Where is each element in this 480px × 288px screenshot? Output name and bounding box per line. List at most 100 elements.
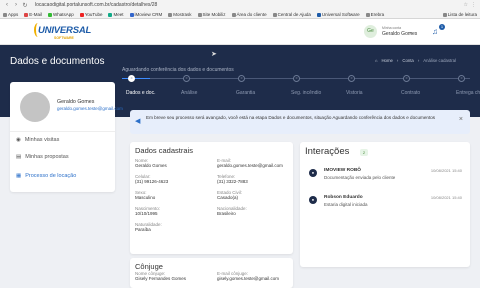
star-icon[interactable]: ☆ (464, 2, 468, 8)
field-6: Nascimento: 10/10/1995 (135, 206, 160, 216)
forward-icon[interactable]: › (13, 2, 19, 8)
conjuge-card: Cônjuge Nome cônjuge: Gisely Fernandes Go… (130, 258, 293, 288)
breadcrumb-current: Análise cadastral (423, 58, 456, 63)
step-6-circle: ○ (403, 75, 410, 82)
stage-status: Aguardando conferência dos dados e docum… (122, 67, 234, 73)
bookmark-youtube[interactable]: YouTube (79, 12, 102, 17)
card-title: Interações (305, 146, 350, 157)
field-value: Brasileiro (217, 211, 236, 216)
step-1-circle: ○ (128, 75, 135, 82)
page-icon (197, 12, 202, 17)
field-value: geraldo.gomes.teste@gmail.com (217, 163, 283, 168)
interaction-date: 10/08/2021 15:40 (430, 195, 462, 200)
megaphone-icon: ◀ (135, 118, 141, 125)
breadcrumb: ⌂ Home › Conta › Análise cadastral (374, 58, 456, 63)
interaction-description: Documentação enviada pelo cliente (324, 175, 396, 180)
field-value: 10/10/1995 (135, 211, 158, 216)
bookmark-erebra[interactable]: Erebra (365, 12, 384, 17)
interaction-date: 10/08/2021 15:40 (430, 168, 462, 173)
bookmark-central[interactable]: Central de Ajuda (272, 12, 311, 17)
nav-minhas-propostas[interactable]: ▤ Minhas propostas (16, 154, 69, 160)
field-value: (31) 99126-4623 (135, 179, 169, 184)
robot-icon: ● (309, 196, 317, 204)
interaction-author: Robson Eduardo (324, 195, 363, 200)
address-bar[interactable]: locacaodigital.portalunsoft.com.br/cadas… (31, 1, 461, 9)
profile-card: Geraldo Gomes geraldo.gomes.teste@gmail.… (10, 82, 123, 192)
bookmark-whatsapp[interactable]: WhatsApp (48, 12, 74, 17)
field-0: Nome cônjuge: Gisely Fernandes Gomes (135, 271, 186, 281)
profile-name: Geraldo Gomes (57, 99, 95, 105)
step-5-circle: ○ (348, 75, 355, 82)
apps-icon (3, 12, 7, 17)
profile-email: geraldo.gomes.teste@gmail.com (57, 106, 123, 111)
interacoes-card: Interações 2 ● IMOVIEW ROBÔ Documentação e… (300, 142, 470, 267)
field-2: Celular: (31) 99126-4623 (135, 174, 168, 184)
step-3-label: Garantia (236, 90, 256, 96)
avatar[interactable]: Ge (364, 25, 377, 38)
nav-minhas-visitas[interactable]: ◉ Minhas visitas (16, 137, 59, 143)
field-value: Masculino (135, 195, 156, 200)
nav-processo-locacao[interactable]: ▦ Processo de locação (16, 173, 76, 179)
bookmark-email[interactable]: E-Mail (24, 12, 42, 17)
reading-list[interactable]: Lista de leitura (442, 12, 477, 17)
field-8: Naturalidade: Paraíba (135, 222, 162, 232)
field-value: Paraíba (135, 227, 151, 232)
mouse-cursor-icon: ➤ (211, 51, 217, 58)
bell-icon[interactable]: ♫ (432, 27, 438, 36)
step-3-circle: ○ (238, 75, 245, 82)
close-icon[interactable]: × (459, 116, 463, 123)
bookmark-apps[interactable]: Apps (3, 12, 18, 17)
field-5: Estado Civil: Casado(a) (217, 190, 242, 200)
divider (10, 131, 115, 132)
page-title: Dados e documentos (10, 56, 105, 67)
field-value: Gisely Fernandes Gomes (135, 276, 187, 281)
field-1: E-mail cônjuge: gisely.gomes.teste@gmail.… (217, 271, 279, 281)
page-icon (231, 12, 236, 17)
browser-chrome: ‹ › ↻ locacaodigital.portalunsoft.com.br… (0, 0, 480, 19)
bookmark-area[interactable]: Área do cliente (231, 12, 267, 17)
step-2-label: Análise (181, 90, 198, 96)
field-value: gisely.gomes.teste@gmail.com (217, 276, 280, 281)
bookmark-mostrask[interactable]: Mostrask (168, 12, 192, 17)
bookmark-crm[interactable]: iMoview CRM (129, 12, 162, 17)
step-4-label: Seg. incêndio (291, 90, 322, 96)
field-0: Nome: Geraldo Gomes (135, 158, 167, 168)
interaction-author: IMOVIEW ROBÔ (324, 168, 362, 173)
extensions-icon[interactable]: ⋮ (471, 2, 476, 8)
notice-text: Em breve seu processo será avançado, voc… (146, 115, 436, 120)
interaction-description: Estaria digital iniciada (324, 202, 368, 207)
eye-icon: ◉ (16, 137, 21, 143)
bookmark-meet[interactable]: Meet (108, 12, 124, 17)
step-7-label: Entrega chave (456, 90, 480, 96)
step-6-label: Contrato (401, 90, 421, 96)
bookmarks-bar: Apps E-Mail WhatsApp YouTube Meet iMovie… (0, 10, 480, 19)
meet-icon (108, 12, 113, 17)
breadcrumb-home[interactable]: Home (381, 58, 392, 63)
browser-toolbar: ‹ › ↻ locacaodigital.portalunsoft.com.br… (0, 0, 480, 10)
count-badge: 2 (360, 149, 368, 156)
page-icon (168, 12, 173, 17)
reload-icon[interactable]: ↻ (22, 2, 28, 9)
breadcrumb-conta[interactable]: Conta (402, 58, 413, 63)
robot-icon: ● (309, 169, 317, 177)
field-1: E-mail: geraldo.gomes.teste@gmail.com (217, 158, 283, 168)
page-icon (365, 12, 370, 17)
account-label: Minha conta (382, 26, 402, 30)
step-5-label: Vistoria (346, 90, 363, 96)
card-title: Dados cadastrais (135, 146, 193, 155)
progress-fill (122, 78, 150, 79)
step-1-label: Dados e doc. (126, 90, 156, 96)
step-4-circle: ○ (293, 75, 300, 82)
app-header: UNIVERSAL SOFTWARE Ge Minha conta Gerald… (0, 19, 480, 45)
chevron-down-icon[interactable]: ▾ (410, 30, 412, 35)
document-icon: ▤ (16, 154, 22, 160)
home-icon: ⌂ (374, 58, 378, 63)
bookmark-site[interactable]: Site Mobiliz (197, 12, 226, 17)
logo[interactable]: UNIVERSAL SOFTWARE (34, 23, 91, 41)
back-icon[interactable]: ‹ (4, 2, 10, 8)
page-icon (272, 12, 277, 17)
bookmark-universal[interactable]: Universal Software (316, 12, 360, 17)
field-7: Nacionalidade: Brasileiro (217, 206, 247, 216)
reading-list-icon (442, 12, 447, 17)
step-7-circle: ○ (458, 75, 465, 82)
